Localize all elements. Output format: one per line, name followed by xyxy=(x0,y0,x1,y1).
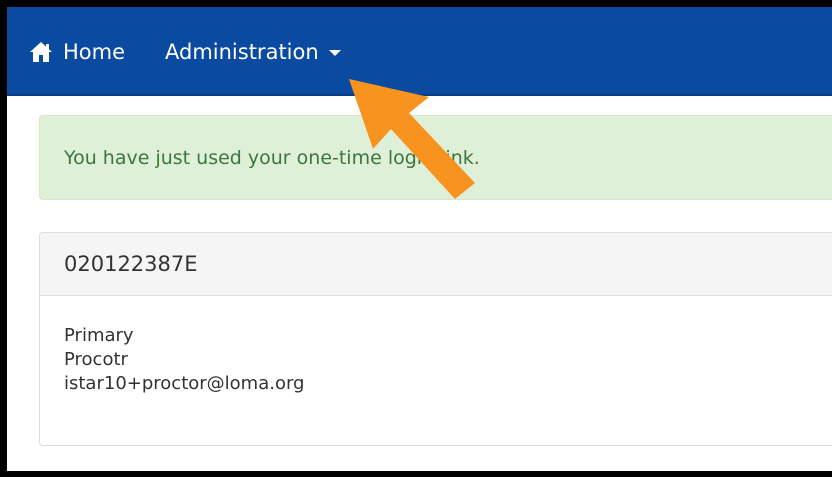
panel-line-name: Procotr xyxy=(64,349,128,370)
success-alert: You have just used your one-time login l… xyxy=(39,115,832,200)
home-icon xyxy=(30,41,52,62)
panel-body: Primary Procotr istar10+proctor@loma.org xyxy=(40,296,832,396)
top-navbar: Home Administration xyxy=(7,7,832,96)
caret-down-icon xyxy=(328,50,341,56)
user-panel: 020122387E Primary Procotr istar10+proct… xyxy=(39,232,832,446)
panel-line-role: Primary xyxy=(64,325,134,346)
nav-administration-dropdown[interactable]: Administration xyxy=(165,7,341,96)
panel-title: 020122387E xyxy=(64,252,198,276)
nav-home-label: Home xyxy=(63,39,126,64)
nav-home-link[interactable]: Home xyxy=(29,7,125,96)
panel-line-email: istar10+proctor@loma.org xyxy=(64,373,305,394)
alert-message: You have just used your one-time login l… xyxy=(64,146,480,169)
screenshot-frame: Home Administration You have just used y… xyxy=(0,0,832,477)
panel-heading: 020122387E xyxy=(40,233,832,296)
nav-administration-label: Administration xyxy=(165,39,319,64)
